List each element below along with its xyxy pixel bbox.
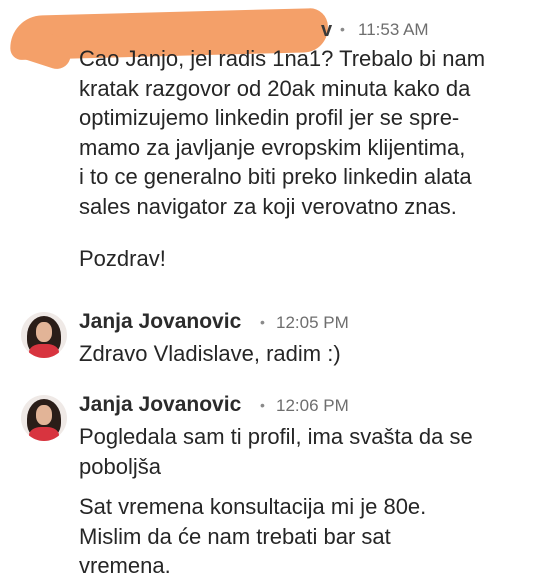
message-body: Pogledala sam ti profil, ima svašta da s…	[79, 424, 473, 479]
sender-name[interactable]: v	[321, 19, 332, 42]
message-timestamp: 11:53 AM	[358, 20, 429, 39]
message-signoff: Pozdrav!	[79, 246, 166, 271]
message-timestamp: 12:06 PM	[276, 396, 349, 415]
avatar[interactable]	[21, 312, 67, 358]
message-body: Cao Janjo, jel radis 1na1? Trebalo bi na…	[79, 46, 486, 219]
sender-name[interactable]: Janja Jovanovic	[79, 310, 241, 334]
sender-name[interactable]: Janja Jovanovic	[79, 393, 241, 417]
meta-separator: •	[260, 314, 265, 330]
message-body-continued: Sat vremena konsultacija mi je 80e. Misl…	[79, 494, 427, 578]
meta-separator: •	[260, 397, 265, 413]
message-header: v • 11:53 AM	[8, 7, 518, 73]
message-timestamp: 12:05 PM	[276, 313, 349, 332]
avatar[interactable]	[21, 395, 67, 441]
meta-separator: •	[340, 21, 345, 37]
message-body: Zdravo Vladislave, radim :)	[79, 341, 341, 366]
message-thread: v • 11:53 AM Cao Janjo, jel radis 1na1? …	[0, 0, 540, 585]
